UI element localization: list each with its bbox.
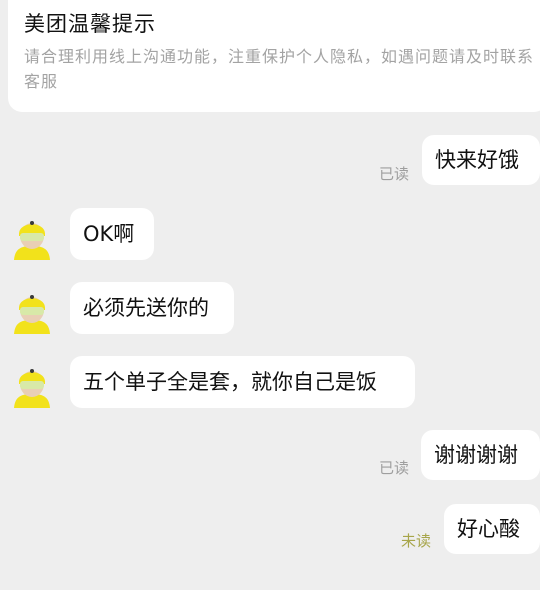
courier-avatar-icon[interactable] <box>12 290 52 334</box>
notice-banner: 美团温馨提示 请合理利用线上沟通功能，注重保护个人隐私，如遇问题请及时联系客服 <box>8 0 540 112</box>
message-bubble-incoming[interactable]: 必须先送你的 <box>70 282 234 334</box>
message-bubble-outgoing[interactable]: 谢谢谢谢 <box>421 430 540 480</box>
message-bubble-incoming[interactable]: OK啊 <box>70 208 154 260</box>
notice-body: 请合理利用线上沟通功能，注重保护个人隐私，如遇问题请及时联系客服 <box>24 47 535 91</box>
courier-avatar-icon[interactable] <box>12 216 52 260</box>
message-status: 已读 <box>379 165 410 183</box>
courier-avatar-icon[interactable] <box>12 364 52 408</box>
message-bubble-outgoing[interactable]: 好心酸 <box>444 504 540 554</box>
message-status: 未读 <box>401 532 432 550</box>
message-bubble-outgoing[interactable]: 快来好饿 <box>422 135 540 185</box>
notice-title: 美团温馨提示 <box>24 12 156 36</box>
message-bubble-incoming[interactable]: 五个单子全是套，就你自己是饭 <box>70 356 415 408</box>
message-status: 已读 <box>379 459 410 477</box>
